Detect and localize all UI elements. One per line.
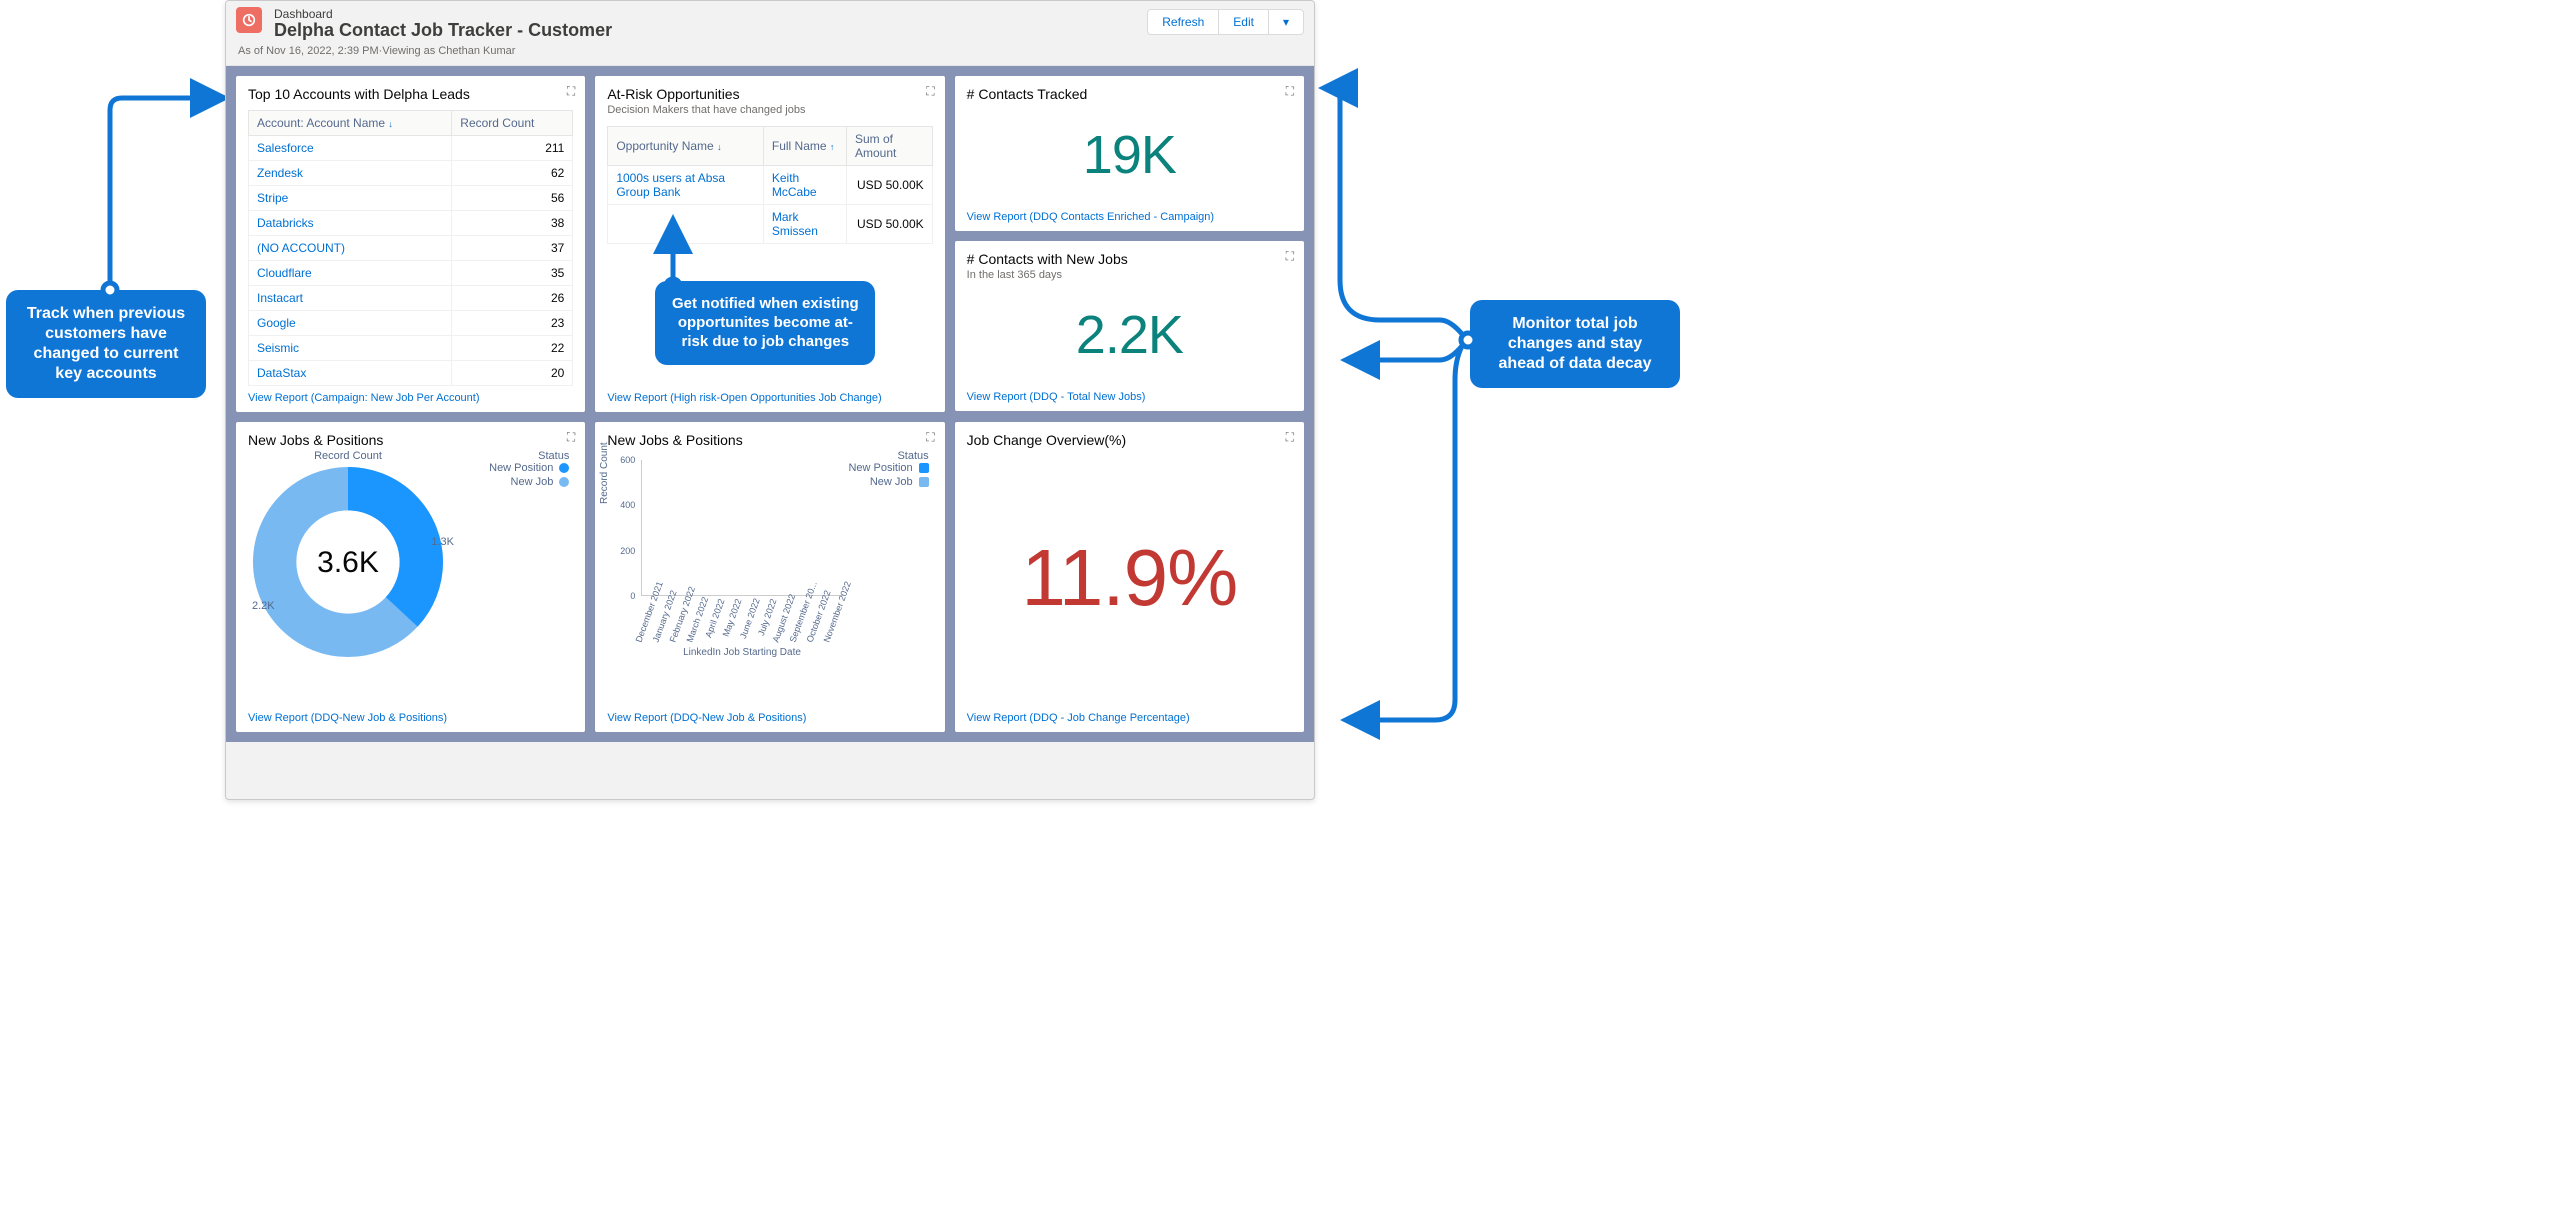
table-row[interactable]: Stripe 56 — [249, 186, 573, 211]
record-count: 62 — [452, 161, 573, 186]
callout-left: Track when previous customers have chang… — [6, 290, 206, 398]
metric-value: 19K — [967, 104, 1292, 205]
table-row[interactable]: Mark Smissen USD 50.00K — [608, 205, 932, 244]
panel-title: # Contacts with New Jobs — [967, 251, 1292, 267]
col-fullname[interactable]: Full Name ↑ — [763, 127, 846, 166]
opportunity-link[interactable]: 1000s users at Absa Group Bank — [616, 171, 725, 199]
account-link[interactable]: Databricks — [257, 216, 314, 230]
view-report-link[interactable]: View Report (DDQ - Total New Jobs) — [967, 385, 1292, 403]
panel-title: Job Change Overview(%) — [967, 432, 1292, 448]
donut-chart: 3.6K — [248, 462, 448, 662]
dashboard-header: Dashboard Delpha Contact Job Tracker - C… — [226, 1, 1314, 66]
table-row[interactable]: Salesforce 211 — [249, 136, 573, 161]
panel-title: New Jobs & Positions — [607, 432, 932, 448]
expand-icon[interactable]: ⛶ — [567, 430, 575, 445]
col-opportunity[interactable]: Opportunity Name ↓ — [608, 127, 764, 166]
record-count: 20 — [452, 361, 573, 386]
expand-icon[interactable]: ⛶ — [1286, 249, 1294, 264]
accounts-table: Account: Account Name ↓ Record Count Sal… — [248, 110, 573, 386]
panel-donut: ⛶ New Jobs & Positions Status New Positi… — [236, 422, 585, 732]
svg-text:3.6K: 3.6K — [317, 546, 379, 579]
more-button[interactable]: ▾ — [1269, 9, 1304, 35]
view-report-link[interactable]: View Report (Campaign: New Job Per Accou… — [248, 386, 573, 404]
table-row[interactable]: DataStax 20 — [249, 361, 573, 386]
expand-icon[interactable]: ⛶ — [926, 84, 934, 99]
dashboard-app-icon — [236, 7, 262, 33]
panel-title: At-Risk Opportunities — [607, 86, 932, 102]
table-row[interactable]: (NO ACCOUNT) 37 — [249, 236, 573, 261]
account-link[interactable]: Google — [257, 316, 296, 330]
callout-mid: Get notified when existing opportunites … — [655, 281, 875, 365]
contact-link[interactable]: Keith McCabe — [772, 171, 817, 199]
sort-down-icon: ↓ — [717, 142, 722, 152]
account-link[interactable]: Stripe — [257, 191, 288, 205]
sort-up-icon: ↑ — [830, 142, 835, 152]
panel-title: Top 10 Accounts with Delpha Leads — [248, 86, 573, 102]
expand-icon[interactable]: ⛶ — [1286, 430, 1294, 445]
metric-value: 2.2K — [967, 285, 1292, 385]
metric-value: 11.9% — [967, 450, 1292, 706]
panel-at-risk: ⛶ At-Risk Opportunities Decision Makers … — [595, 76, 944, 412]
expand-icon[interactable]: ⛶ — [567, 84, 575, 99]
account-link[interactable]: (NO ACCOUNT) — [257, 241, 345, 255]
record-count: 35 — [452, 261, 573, 286]
record-count: 56 — [452, 186, 573, 211]
as-of-text: As of Nov 16, 2022, 2:39 PM·Viewing as C… — [238, 45, 1302, 57]
col-record-count[interactable]: Record Count — [452, 111, 573, 136]
record-count: 211 — [452, 136, 573, 161]
expand-icon[interactable]: ⛶ — [1286, 84, 1294, 99]
record-count: 37 — [452, 236, 573, 261]
account-link[interactable]: Salesforce — [257, 141, 314, 155]
table-row[interactable]: Cloudflare 35 — [249, 261, 573, 286]
panel-top-accounts: ⛶ Top 10 Accounts with Delpha Leads Acco… — [236, 76, 585, 412]
callout-right: Monitor total job changes and stay ahead… — [1470, 300, 1680, 388]
contact-link[interactable]: Mark Smissen — [772, 210, 818, 238]
view-report-link[interactable]: View Report (DDQ Contacts Enriched - Cam… — [967, 205, 1292, 223]
panel-contacts-newjobs: ⛶ # Contacts with New Jobs In the last 3… — [955, 241, 1304, 411]
panel-contacts-tracked: ⛶ # Contacts Tracked 19K View Report (DD… — [955, 76, 1304, 231]
account-link[interactable]: Cloudflare — [257, 266, 312, 280]
bar-chart: Record Count 0200400600 December 2021Jan… — [607, 454, 932, 644]
account-link[interactable]: Instacart — [257, 291, 303, 305]
donut-measure-label: Record Count — [248, 450, 448, 462]
view-report-link[interactable]: View Report (DDQ-New Job & Positions) — [248, 706, 573, 724]
panel-bars: ⛶ New Jobs & Positions Status New Positi… — [595, 422, 944, 732]
expand-icon[interactable]: ⛶ — [926, 430, 934, 445]
record-count: 38 — [452, 211, 573, 236]
view-report-link[interactable]: View Report (DDQ - Job Change Percentage… — [967, 706, 1292, 724]
refresh-button[interactable]: Refresh — [1147, 9, 1219, 35]
table-row[interactable]: Databricks 38 — [249, 211, 573, 236]
record-count: 26 — [452, 286, 573, 311]
x-axis-label: LinkedIn Job Starting Date — [641, 647, 842, 658]
panel-subtitle: In the last 365 days — [967, 269, 1292, 281]
table-row[interactable]: 1000s users at Absa Group Bank Keith McCa… — [608, 166, 932, 205]
account-link[interactable]: Seismic — [257, 341, 299, 355]
account-link[interactable]: Zendesk — [257, 166, 303, 180]
panel-overview: ⛶ Job Change Overview(%) 11.9% View Repo… — [955, 422, 1304, 732]
table-row[interactable]: Zendesk 62 — [249, 161, 573, 186]
edit-button[interactable]: Edit — [1219, 9, 1269, 35]
donut-slice-label: 2.2K — [252, 600, 275, 612]
account-link[interactable]: DataStax — [257, 366, 306, 380]
header-actions: Refresh Edit ▾ — [1147, 9, 1304, 35]
atrisk-table: Opportunity Name ↓ Full Name ↑ Sum of Am… — [607, 126, 932, 244]
col-amount[interactable]: Sum of Amount — [846, 127, 932, 166]
col-account-name[interactable]: Account: Account Name ↓ — [249, 111, 452, 136]
table-row[interactable]: Instacart 26 — [249, 286, 573, 311]
amount-cell: USD 50.00K — [846, 166, 932, 205]
sort-down-icon: ↓ — [388, 119, 393, 129]
table-row[interactable]: Seismic 22 — [249, 336, 573, 361]
donut-slice-label: 1.3K — [431, 536, 454, 548]
panel-subtitle: Decision Makers that have changed jobs — [607, 104, 932, 116]
panel-title: # Contacts Tracked — [967, 86, 1292, 102]
record-count: 22 — [452, 336, 573, 361]
view-report-link[interactable]: View Report (High risk-Open Opportunitie… — [607, 386, 932, 404]
panel-title: New Jobs & Positions — [248, 432, 573, 448]
record-count: 23 — [452, 311, 573, 336]
amount-cell: USD 50.00K — [846, 205, 932, 244]
table-row[interactable]: Google 23 — [249, 311, 573, 336]
view-report-link[interactable]: View Report (DDQ-New Job & Positions) — [607, 706, 932, 724]
dashboard-window: Dashboard Delpha Contact Job Tracker - C… — [225, 0, 1315, 800]
